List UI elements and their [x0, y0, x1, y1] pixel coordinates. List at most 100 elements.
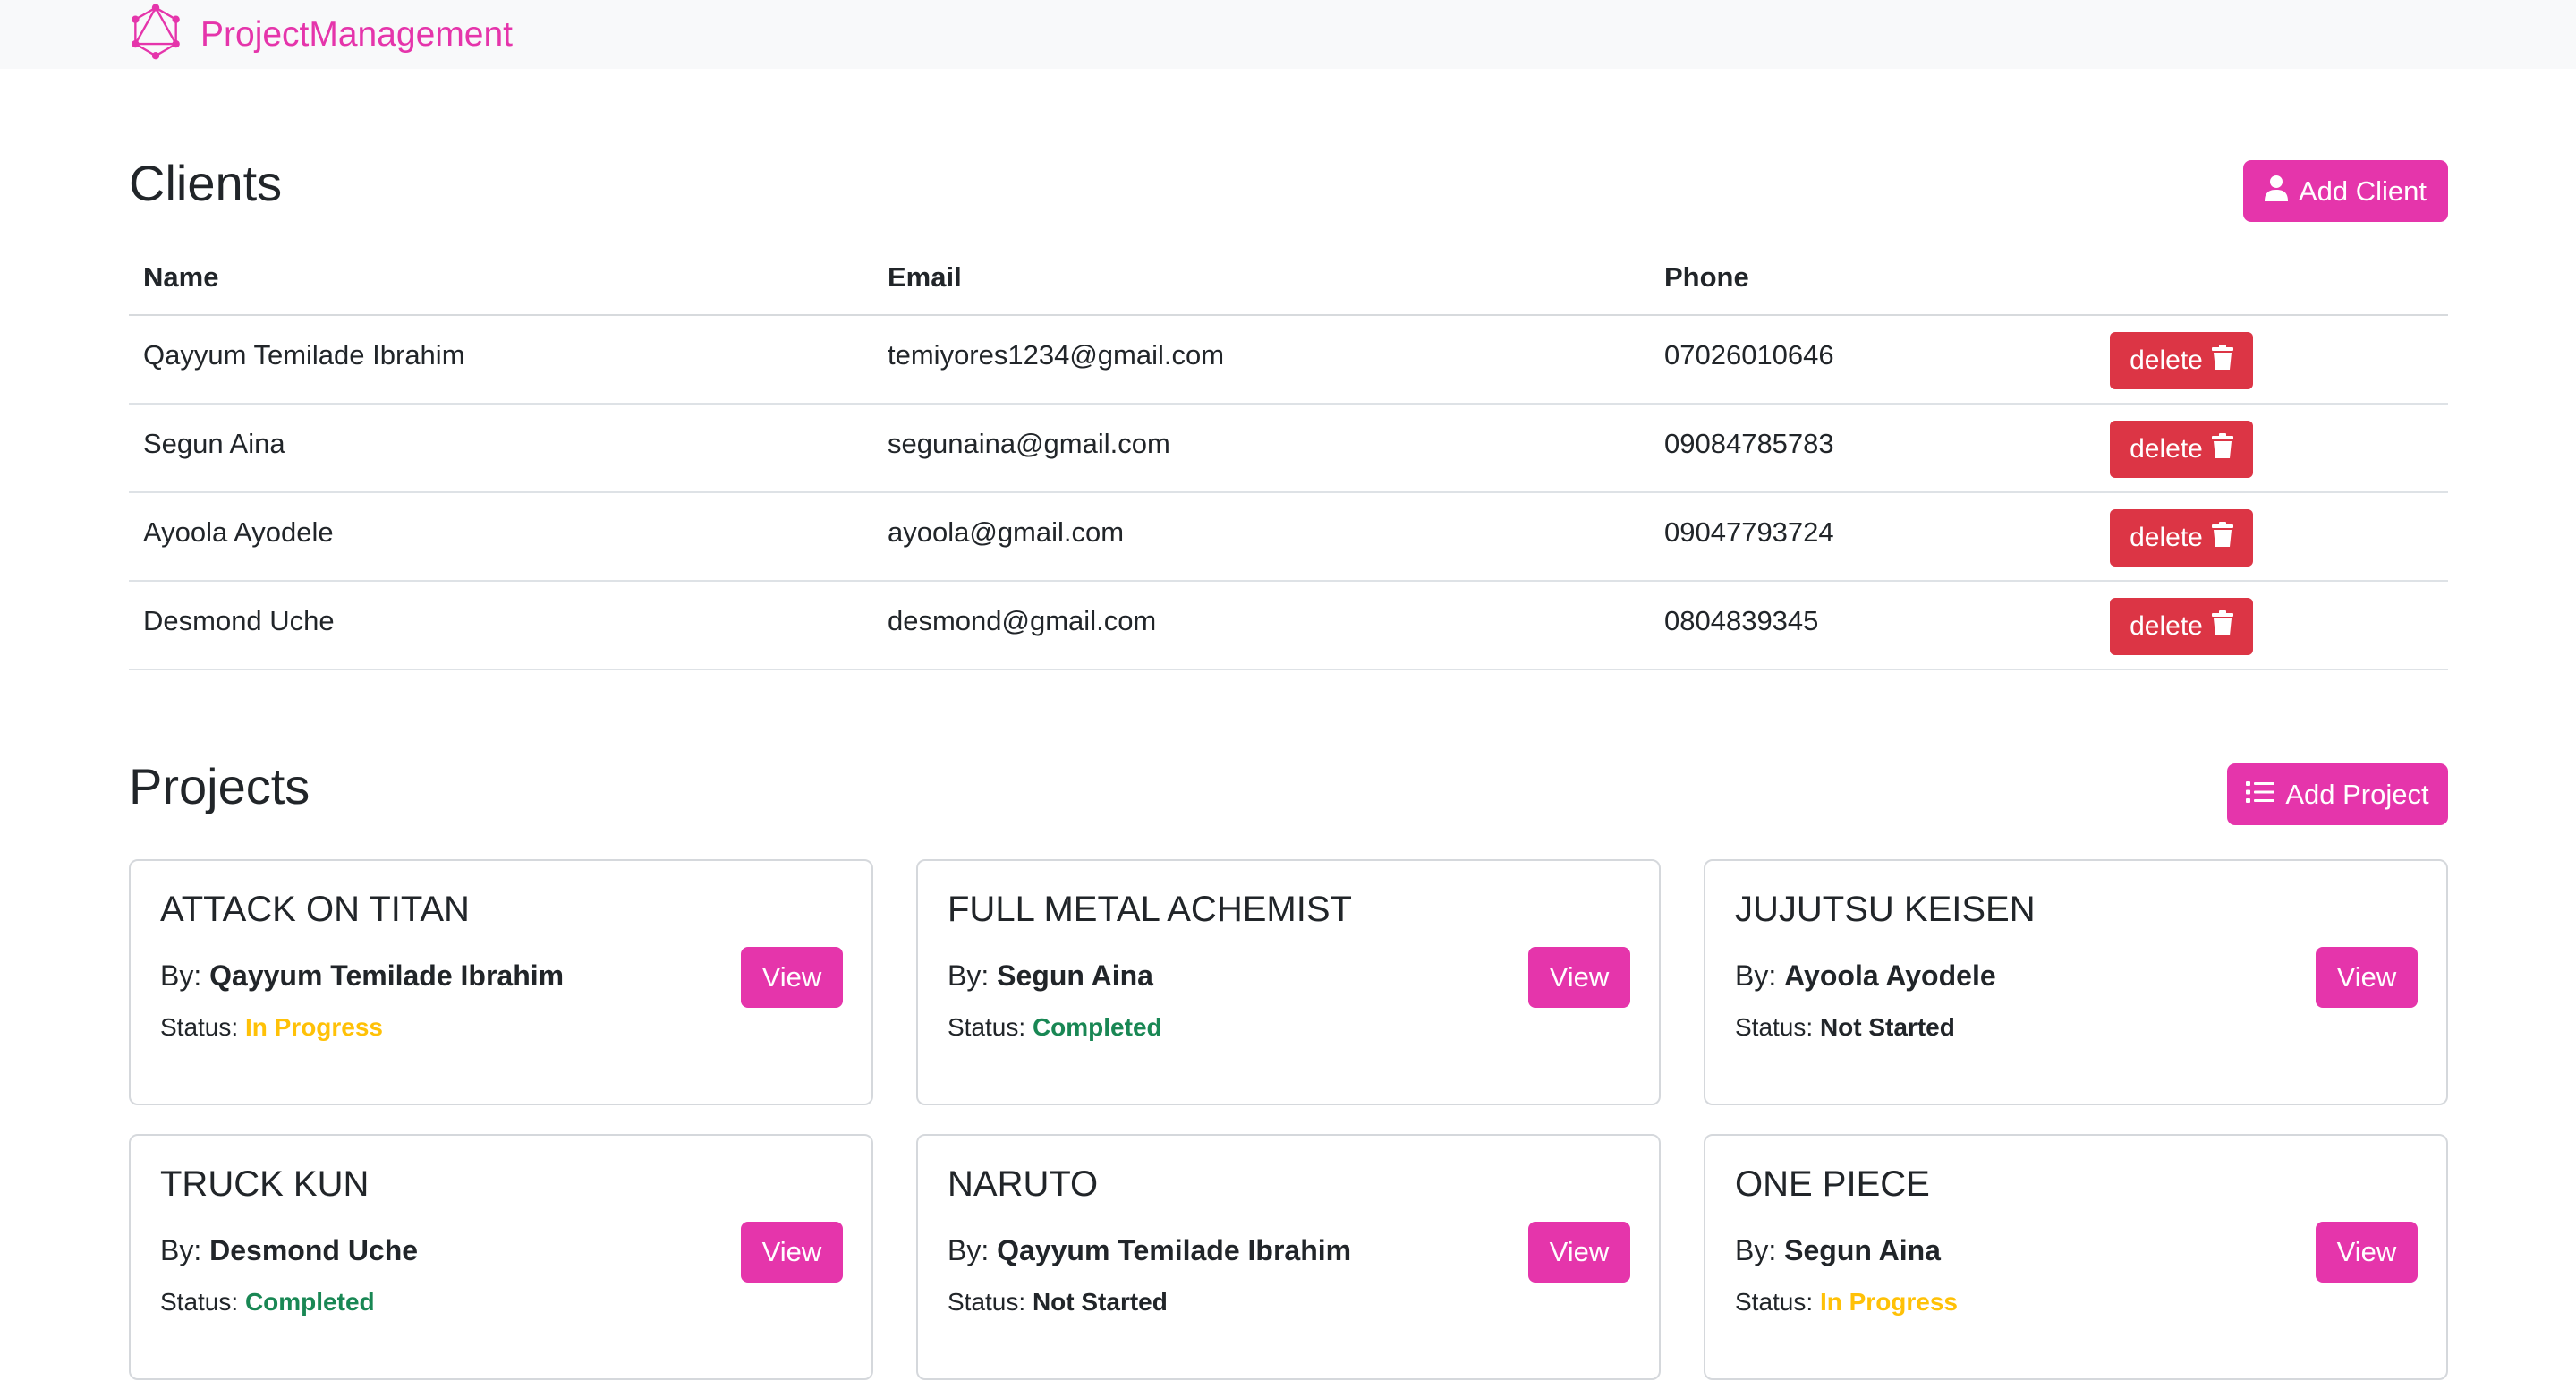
trash-icon	[2203, 610, 2233, 643]
delete-label: delete	[2130, 611, 2203, 641]
project-client-name: Desmond Uche	[209, 1234, 419, 1266]
clients-table: Name Email Phone Qayyum Temilade Ibrahim…	[129, 240, 2448, 670]
project-client: By: Qayyum Temilade Ibrahim	[160, 959, 564, 993]
column-header-name: Name	[129, 240, 873, 316]
by-label: By:	[160, 959, 202, 992]
client-actions: delete	[2096, 404, 2448, 493]
status-value: In Progress	[244, 1013, 384, 1041]
client-phone: 09084785783	[1650, 404, 2096, 493]
client-phone: 09047793724	[1650, 492, 2096, 582]
client-actions: delete	[2096, 581, 2448, 670]
status-label: Status:	[948, 1013, 1026, 1041]
project-card: NARUTO By: Qayyum Temilade Ibrahim Status:…	[916, 1134, 1661, 1380]
project-title: FULL METAL ACHEMIST	[948, 890, 1352, 929]
status-value: Not Started	[1819, 1013, 1955, 1041]
project-client: By: Desmond Uche	[160, 1234, 418, 1267]
navbar: ProjectManagement	[0, 0, 2576, 69]
brand-name: ProjectManagement	[200, 14, 514, 54]
by-label: By:	[160, 1234, 202, 1266]
project-status: Status: Not Started	[1735, 1013, 1955, 1042]
project-client: By: Qayyum Temilade Ibrahim	[948, 1234, 1351, 1267]
delete-label: delete	[2130, 345, 2203, 375]
table-row: Qayyum Temilade Ibrahim temiyores1234@gma…	[129, 315, 2448, 405]
status-label: Status:	[1735, 1288, 1814, 1316]
delete-client-button[interactable]: delete	[2110, 421, 2253, 478]
project-title: TRUCK KUN	[160, 1164, 370, 1204]
project-title: ONE PIECE	[1735, 1164, 1930, 1204]
view-project-button[interactable]: View	[2316, 947, 2418, 1008]
view-project-button[interactable]: View	[1528, 1222, 1630, 1283]
by-label: By:	[948, 959, 990, 992]
status-value: In Progress	[1819, 1288, 1959, 1316]
add-client-label: Add Client	[2298, 175, 2427, 207]
status-label: Status:	[160, 1013, 239, 1041]
project-client: By: Segun Aina	[1735, 1234, 1941, 1267]
view-project-button[interactable]: View	[741, 947, 843, 1008]
project-status: Status: In Progress	[160, 1013, 383, 1042]
delete-label: delete	[2130, 434, 2203, 464]
project-card: JUJUTSU KEISEN By: Ayoola Ayodele Status: …	[1704, 859, 2448, 1105]
status-value: Completed	[244, 1288, 375, 1316]
add-project-button[interactable]: Add Project	[2227, 763, 2448, 825]
project-title: ATTACK ON TITAN	[160, 890, 470, 929]
by-label: By:	[1735, 959, 1777, 992]
user-icon	[2264, 175, 2299, 209]
by-label: By:	[948, 1234, 990, 1266]
brand-link[interactable]: ProjectManagement	[129, 0, 513, 69]
delete-client-button[interactable]: delete	[2110, 509, 2253, 567]
table-header-row: Name Email Phone	[129, 240, 2448, 316]
delete-client-button[interactable]: delete	[2110, 598, 2253, 655]
project-client-name: Qayyum Temilade Ibrahim	[997, 1234, 1352, 1266]
trash-icon	[2203, 433, 2233, 465]
project-card: ATTACK ON TITAN By: Qayyum Temilade Ibrah…	[129, 859, 873, 1105]
column-header-email: Email	[873, 240, 1650, 316]
client-phone: 07026010646	[1650, 315, 2096, 405]
project-card: TRUCK KUN By: Desmond Uche Status: Complet…	[129, 1134, 873, 1380]
client-name: Desmond Uche	[129, 581, 873, 670]
project-card: ONE PIECE By: Segun Aina Status: In Progre…	[1704, 1134, 2448, 1380]
project-client: By: Segun Aina	[948, 959, 1153, 993]
project-status: Status: Completed	[160, 1288, 375, 1317]
client-email: ayoola@gmail.com	[873, 492, 1650, 582]
table-row: Segun Aina segunaina@gmail.com 09084785783…	[129, 404, 2448, 493]
project-status: Status: In Progress	[1735, 1288, 1958, 1317]
status-label: Status:	[1735, 1013, 1814, 1041]
graphql-logo-icon	[129, 4, 183, 64]
add-project-label: Add Project	[2285, 778, 2429, 810]
projects-heading: Projects	[129, 758, 310, 814]
add-client-button[interactable]: Add Client	[2243, 160, 2448, 222]
project-title: JUJUTSU KEISEN	[1735, 890, 2036, 929]
status-value: Not Started	[1032, 1288, 1168, 1316]
view-project-button[interactable]: View	[2316, 1222, 2418, 1283]
client-name: Ayoola Ayodele	[129, 492, 873, 582]
column-header-phone: Phone	[1650, 240, 2096, 316]
project-client-name: Segun Aina	[997, 959, 1153, 992]
project-client: By: Ayoola Ayodele	[1735, 959, 1996, 993]
project-client-name: Ayoola Ayodele	[1784, 959, 1996, 992]
client-email: segunaina@gmail.com	[873, 404, 1650, 493]
delete-label: delete	[2130, 523, 2203, 552]
client-email: temiyores1234@gmail.com	[873, 315, 1650, 405]
trash-icon	[2203, 522, 2233, 554]
client-actions: delete	[2096, 492, 2448, 582]
project-client-name: Segun Aina	[1784, 1234, 1941, 1266]
trash-icon	[2203, 345, 2233, 377]
table-row: Desmond Uche desmond@gmail.com 0804839345 d…	[129, 581, 2448, 670]
status-label: Status:	[948, 1288, 1026, 1316]
client-email: desmond@gmail.com	[873, 581, 1650, 670]
client-phone: 0804839345	[1650, 581, 2096, 670]
clients-heading: Clients	[129, 155, 283, 211]
client-name: Segun Aina	[129, 404, 873, 493]
project-status: Status: Completed	[948, 1013, 1162, 1042]
project-client-name: Qayyum Temilade Ibrahim	[209, 959, 565, 992]
project-title: NARUTO	[948, 1164, 1099, 1204]
view-project-button[interactable]: View	[741, 1222, 843, 1283]
view-project-button[interactable]: View	[1528, 947, 1630, 1008]
column-header-actions	[2096, 240, 2448, 316]
list-icon	[2246, 779, 2285, 811]
project-card: FULL METAL ACHEMIST By: Segun Aina Status:…	[916, 859, 1661, 1105]
project-status: Status: Not Started	[948, 1288, 1168, 1317]
by-label: By:	[1735, 1234, 1777, 1266]
client-name: Qayyum Temilade Ibrahim	[129, 315, 873, 405]
delete-client-button[interactable]: delete	[2110, 332, 2253, 389]
